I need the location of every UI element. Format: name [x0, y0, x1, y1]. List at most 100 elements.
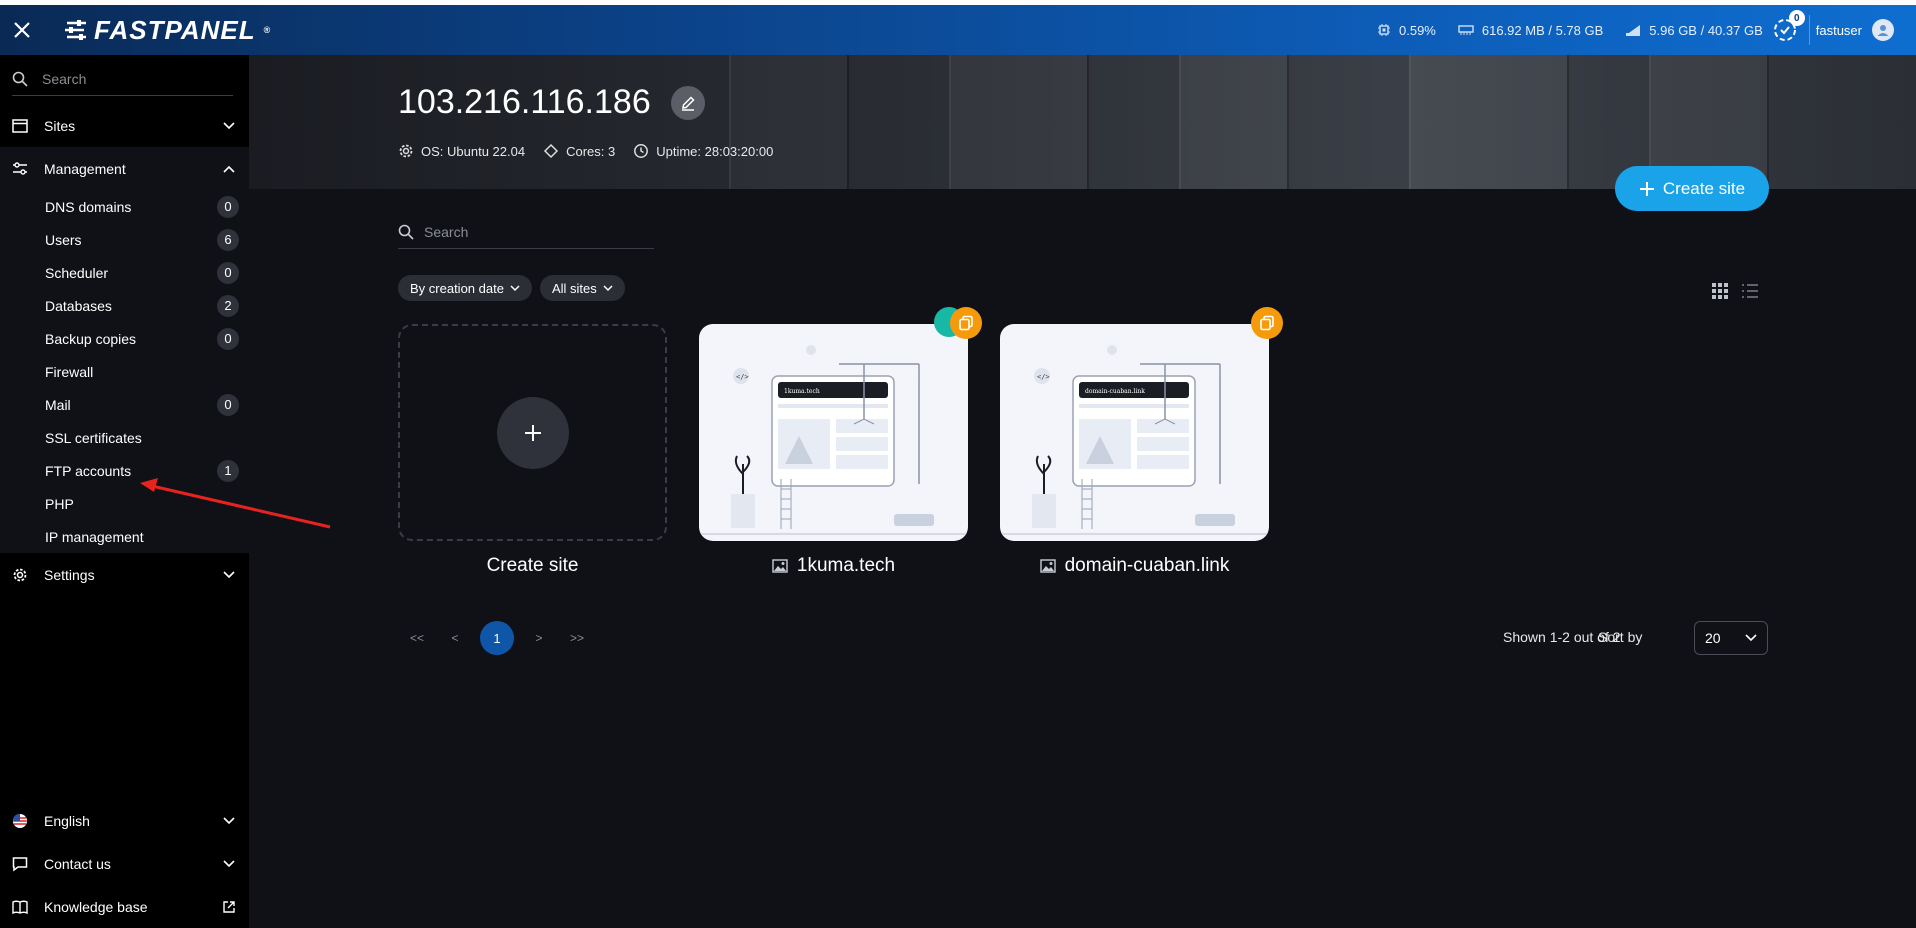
card-title: domain-cuaban.link — [1064, 555, 1230, 576]
preview-site-name: 1kuma.tech — [784, 388, 820, 395]
us-flag-icon — [13, 813, 27, 828]
task-notifications-button[interactable]: 0 — [1771, 10, 1805, 44]
os-text: OS: Ubuntu 22.04 — [421, 143, 526, 159]
cpu-stat: 0.59% — [1377, 23, 1436, 38]
sub-item-label: Firewall — [45, 363, 94, 380]
sites-search-input[interactable] — [424, 224, 644, 240]
sidebar-item-contact-us[interactable]: Contact us — [0, 842, 249, 885]
sidebar-item-ssl-certificates[interactable]: SSL certificates — [0, 421, 249, 454]
sidebar-item-databases[interactable]: Databases 2 — [0, 289, 249, 322]
card-title: 1kuma.tech — [796, 555, 896, 576]
sidebar-item-backup-copies[interactable]: Backup copies 0 — [0, 322, 249, 355]
create-site-card-label[interactable]: Create site — [398, 555, 667, 577]
fastpanel-logo[interactable]: FASTPANEL ® — [64, 15, 271, 46]
sub-item-label: PHP — [45, 495, 74, 512]
current-page-button[interactable]: 1 — [480, 621, 514, 655]
sidebar-item-management[interactable]: Management — [0, 147, 249, 190]
sort-order-dropdown[interactable]: By creation date — [398, 275, 532, 301]
per-page-select[interactable]: 20 — [1694, 621, 1768, 655]
site-card-domain-cuaban[interactable]: domain-cuaban.link </> — [1000, 324, 1269, 541]
svg-text:</>: </> — [1037, 373, 1050, 381]
browser-window-icon — [12, 118, 28, 133]
sidebar-item-sites[interactable]: Sites — [0, 104, 249, 147]
close-menu-button[interactable] — [0, 5, 44, 55]
sub-item-label: SSL certificates — [45, 429, 142, 446]
list-view-icon[interactable] — [1742, 283, 1758, 299]
chevron-down-icon — [223, 121, 235, 129]
sidebar-item-settings[interactable]: Settings — [0, 553, 249, 596]
sliders-icon — [13, 161, 27, 175]
sidebar-item-label: Management — [44, 160, 126, 177]
os-info: OS: Ubuntu 22.04 — [398, 143, 525, 159]
last-page-button[interactable]: >> — [558, 631, 596, 645]
sort-by-label: Sort by — [1598, 629, 1643, 645]
sites-search — [398, 224, 654, 249]
book-icon — [12, 900, 28, 914]
create-site-button[interactable]: Create site — [1615, 166, 1769, 211]
sidebar-item-mail[interactable]: Mail 0 — [0, 388, 249, 421]
count-badge: 0 — [217, 327, 239, 350]
chevron-down-icon — [223, 816, 235, 824]
site-type-dropdown[interactable]: All sites — [539, 275, 625, 301]
view-toggle — [1712, 283, 1758, 299]
hero-decor — [1409, 55, 1569, 189]
logo-registered-mark: ® — [263, 25, 272, 35]
sliders-logo-icon — [65, 20, 86, 40]
sidebar-item-ftp-accounts[interactable]: FTP accounts 1 — [0, 454, 249, 487]
user-avatar — [1872, 19, 1894, 41]
gear-icon — [13, 568, 27, 581]
site-card-label[interactable]: domain-cuaban.link — [1000, 555, 1269, 577]
external-link-icon — [223, 900, 235, 913]
site-card-1kuma[interactable]: 1kuma.tech </> — [699, 324, 968, 541]
logo-text: FASTPANEL — [94, 14, 256, 45]
sidebar-bottom: English Contact us Knowledge base — [0, 799, 249, 928]
site-card-label[interactable]: 1kuma.tech — [699, 555, 968, 577]
site-preview-illustration: 1kuma.tech </> — [699, 345, 968, 535]
sidebar-item-language[interactable]: English — [0, 799, 249, 842]
plus-icon — [1639, 181, 1654, 196]
site-preview-illustration: domain-cuaban.link </> — [1000, 345, 1269, 535]
sidebar-item-users[interactable]: Users 6 — [0, 223, 249, 256]
first-page-button[interactable]: << — [398, 631, 436, 645]
preview-site-name: domain-cuaban.link — [1085, 388, 1145, 395]
pagination: << < 1 > >> — [398, 621, 596, 655]
hero-decor — [949, 55, 1089, 189]
sidebar-item-label: Knowledge base — [44, 898, 148, 915]
sidebar-item-label: Sites — [44, 117, 76, 134]
next-page-button[interactable]: > — [520, 631, 558, 645]
clock-icon — [634, 144, 649, 158]
user-menu[interactable]: fastuser — [1816, 19, 1894, 41]
chevron-down-icon — [603, 284, 613, 291]
sub-item-label: IP management — [45, 528, 144, 545]
site-filters: By creation date All sites — [398, 275, 625, 301]
pencil-icon — [681, 95, 695, 111]
chevron-down-icon — [510, 284, 520, 291]
search-icon — [398, 224, 414, 240]
copy-site-button[interactable] — [1251, 307, 1283, 339]
grid-view-icon[interactable] — [1712, 283, 1728, 299]
sidebar-search-input[interactable] — [42, 71, 222, 87]
sidebar-item-firewall[interactable]: Firewall — [0, 355, 249, 388]
gear-icon — [399, 144, 413, 158]
server-ip: 103.216.116.186 — [398, 83, 651, 121]
header-divider — [1808, 15, 1810, 45]
ram-value: 616.92 MB / 5.78 GB — [1481, 22, 1604, 38]
create-site-plus — [496, 396, 569, 469]
search-icon — [12, 71, 28, 87]
hero-decor — [1179, 55, 1289, 189]
sidebar-item-knowledge-base[interactable]: Knowledge base — [0, 885, 249, 928]
sidebar-item-php[interactable]: PHP — [0, 487, 249, 520]
edit-server-button[interactable] — [670, 85, 705, 120]
create-site-card[interactable] — [398, 324, 667, 541]
sidebar-item-scheduler[interactable]: Scheduler 0 — [0, 256, 249, 289]
prev-page-button[interactable]: < — [436, 631, 474, 645]
image-icon — [772, 559, 788, 573]
copy-site-button[interactable] — [950, 307, 982, 339]
sidebar-item-ip-management[interactable]: IP management — [0, 520, 249, 553]
chevron-down-icon — [223, 859, 235, 867]
sidebar: Sites Management DNS domains 0 Users 6 Sch… — [0, 55, 249, 928]
sidebar-item-label: Contact us — [44, 855, 111, 872]
hero-decor — [729, 55, 849, 189]
sidebar-item-dns-domains[interactable]: DNS domains 0 — [0, 190, 249, 223]
user-icon — [1877, 25, 1889, 36]
